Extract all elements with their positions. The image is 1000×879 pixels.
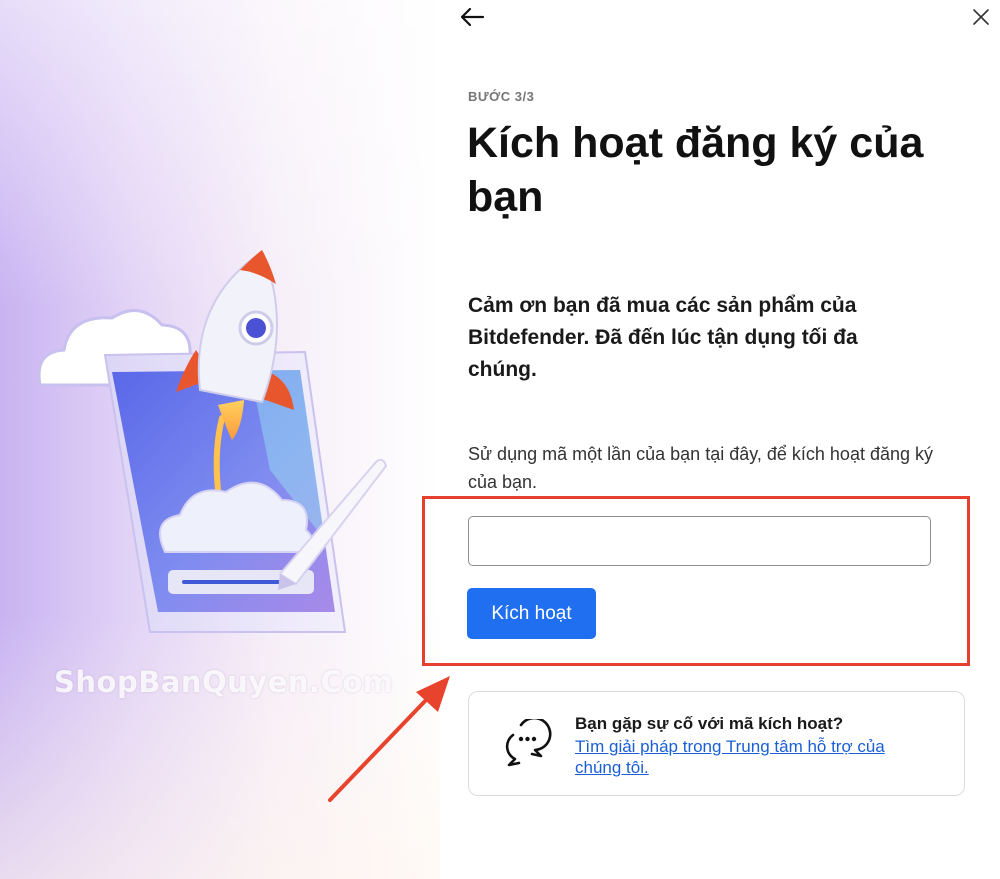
arrow-left-icon (460, 7, 485, 27)
page-title: Kích hoạt đăng ký của bạn (467, 119, 924, 221)
support-title: Bạn gặp sự cố với mã kích hoạt? (575, 714, 844, 733)
chat-bubbles-icon (505, 719, 552, 767)
instruction-text: Sử dụng mã một lần của bạn tại đây, để k… (468, 444, 934, 492)
annotation-arrow (328, 676, 450, 802)
back-button[interactable] (455, 0, 489, 34)
screen-input-cursor (182, 580, 280, 584)
activate-button[interactable]: Kích hoạt (467, 588, 596, 639)
thank-you-text: Cảm ơn bạn đã mua các sản phẩm của Bitde… (468, 294, 858, 381)
support-card: Bạn gặp sự cố với mã kích hoạt? Tìm giải… (468, 691, 965, 796)
rocket-window (246, 318, 266, 338)
close-button[interactable] (964, 0, 998, 34)
support-center-link[interactable]: Tìm giải pháp trong Trung tâm hỗ trợ của… (575, 736, 920, 778)
step-indicator: BƯỚC 3/3 (468, 89, 535, 104)
close-icon (973, 9, 989, 25)
activation-code-input[interactable] (468, 516, 931, 566)
